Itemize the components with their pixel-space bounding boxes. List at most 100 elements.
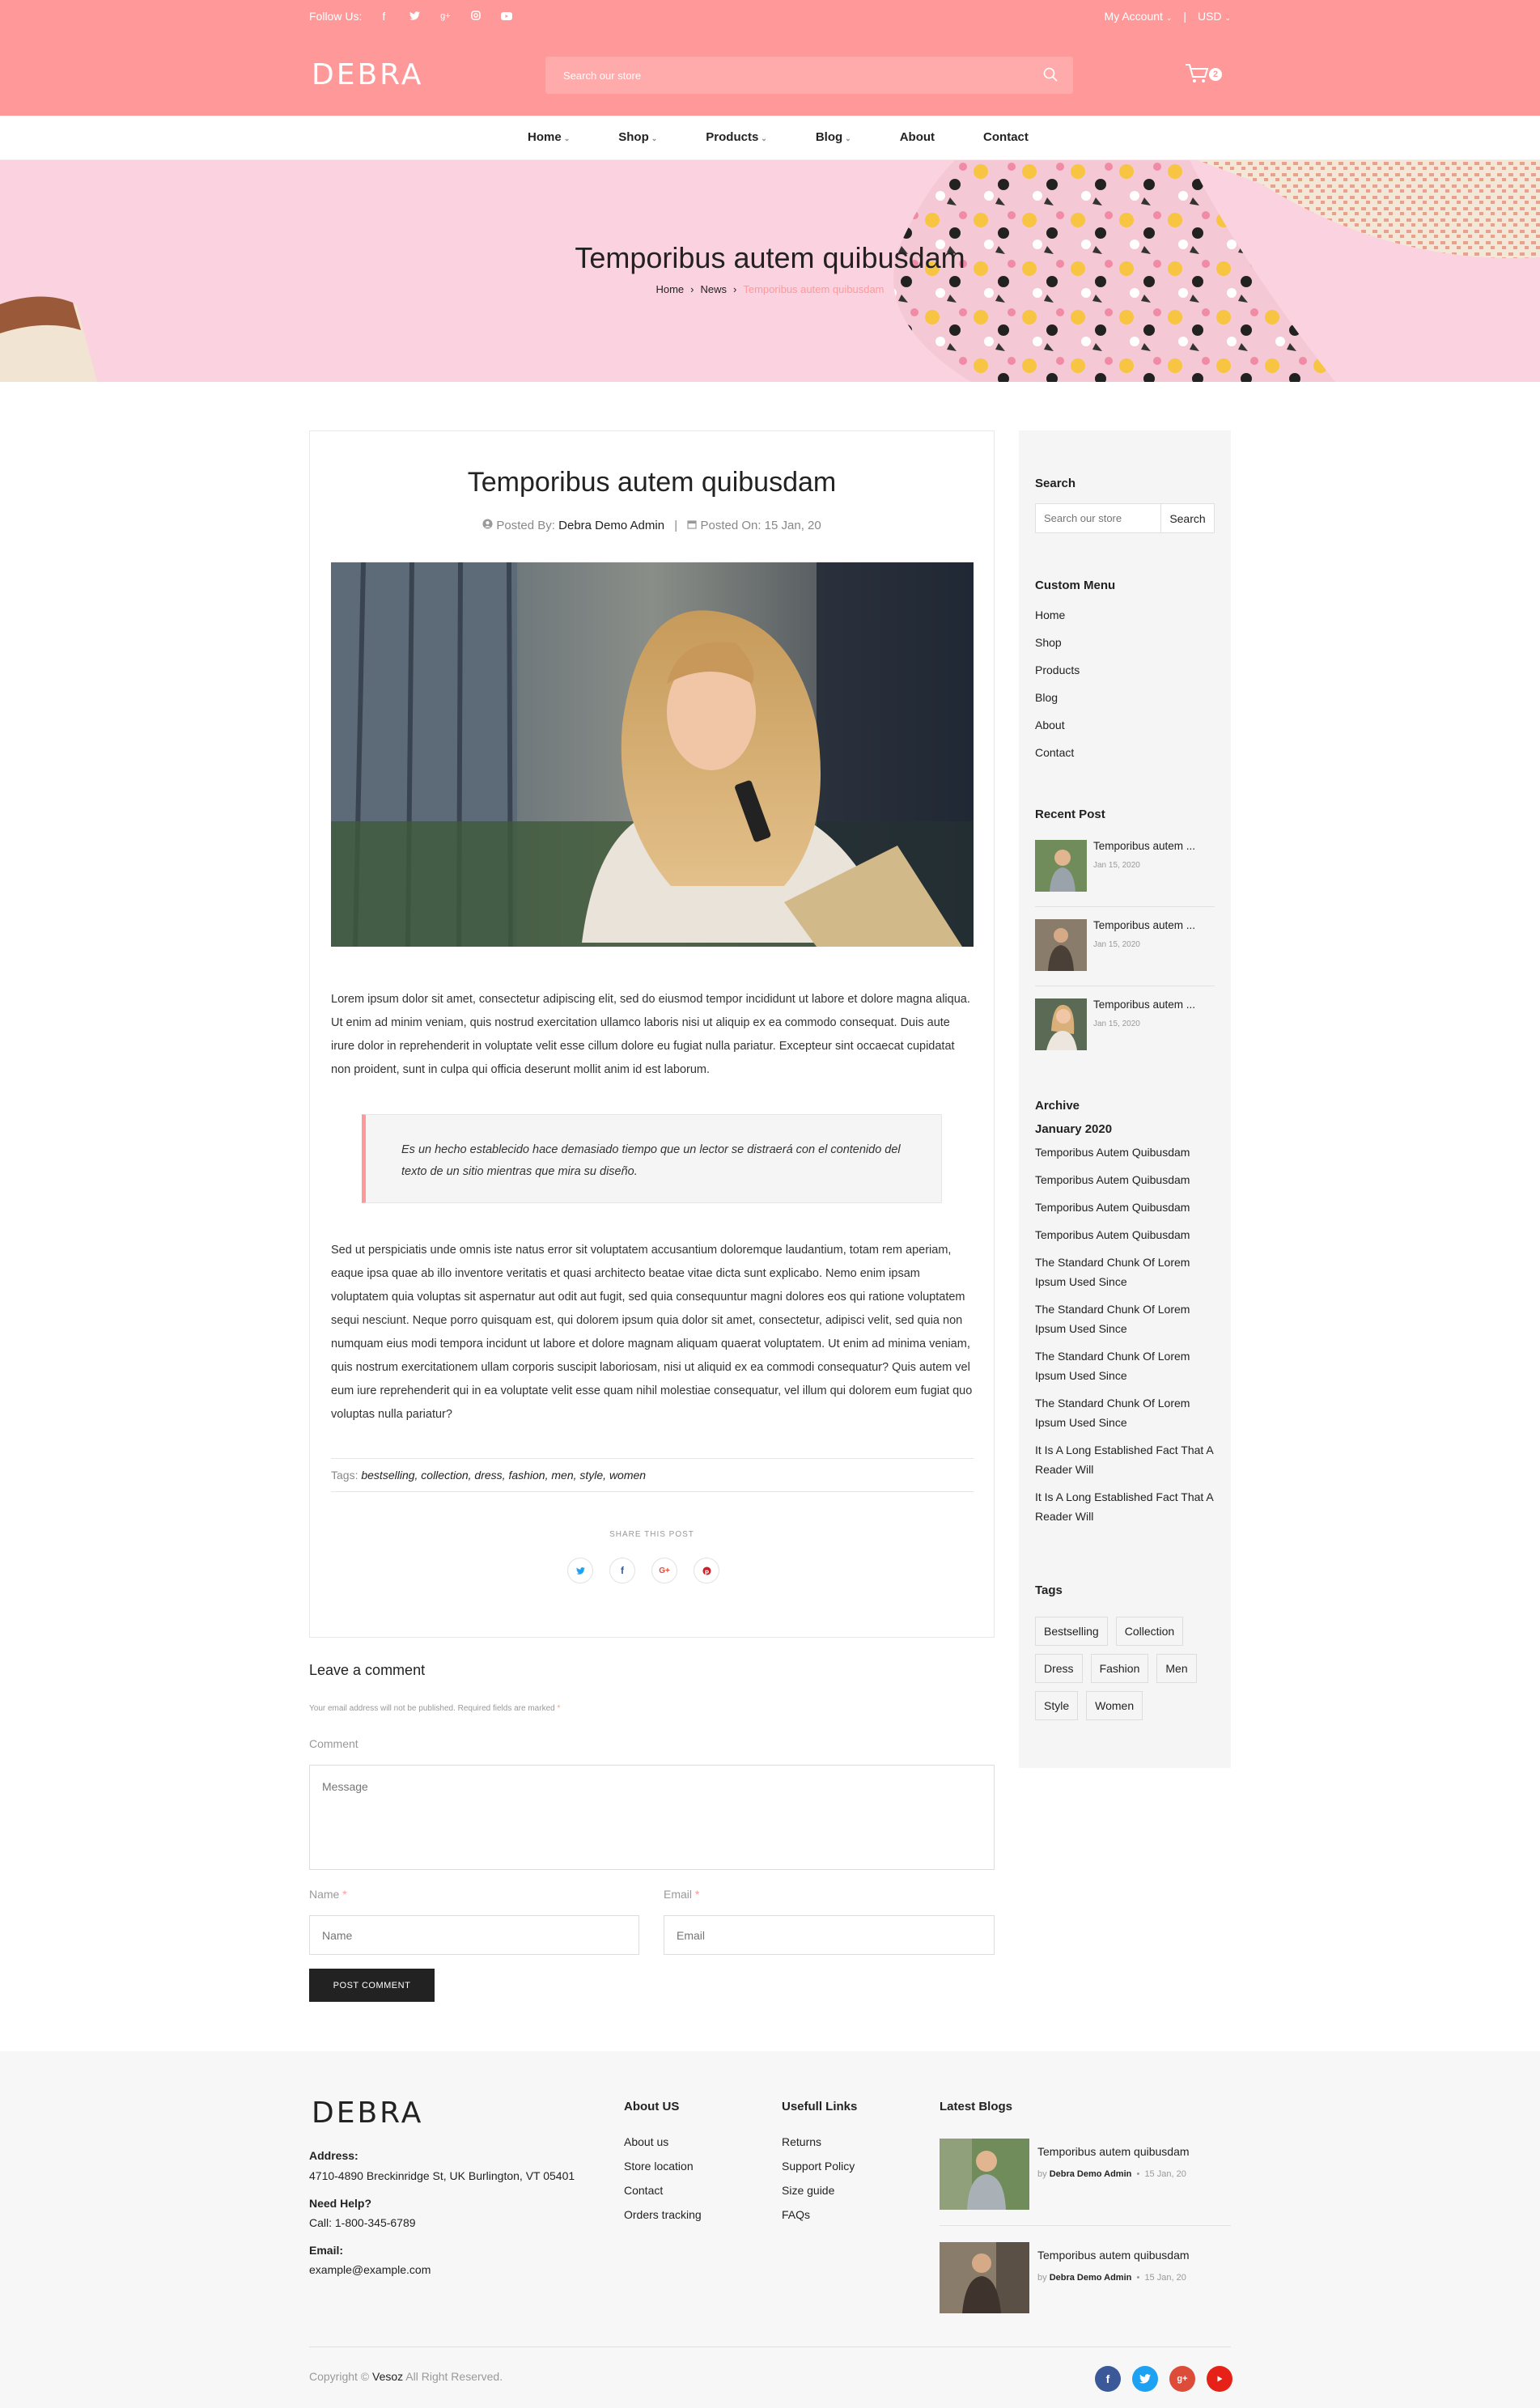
author-link[interactable]: Debra Demo Admin: [558, 519, 664, 532]
breadcrumb-news[interactable]: News: [701, 283, 728, 295]
twitter-icon[interactable]: [1132, 2366, 1158, 2392]
archive-item[interactable]: The Standard Chunk Of Lorem Ipsum Used S…: [1035, 1299, 1220, 1338]
divider: |: [674, 519, 678, 532]
recent-post-thumbnail: [1035, 840, 1087, 892]
email-field[interactable]: [664, 1915, 995, 1955]
google-plus-icon[interactable]: g+: [1169, 2366, 1195, 2392]
posted-on: Posted On: 15 Jan, 20: [700, 519, 821, 532]
help-label: Need Help?: [309, 2197, 372, 2210]
footer-link[interactable]: About us: [624, 2135, 702, 2160]
nav-item-blog[interactable]: Blog ⌄: [816, 130, 851, 144]
recent-post-date: Jan 15, 2020: [1093, 940, 1140, 949]
divider: |: [1183, 10, 1186, 23]
nav-item-contact[interactable]: Contact: [983, 130, 1029, 144]
footer-logo[interactable]: DEBRA: [312, 2096, 423, 2130]
archive-item[interactable]: The Standard Chunk Of Lorem Ipsum Used S…: [1035, 1393, 1220, 1432]
divider: [940, 2225, 1231, 2226]
note-text: Your email address will not be published…: [309, 1704, 555, 1713]
my-account-dropdown[interactable]: My Account ⌄: [1105, 10, 1173, 23]
tags-title: Tags: [1035, 1583, 1063, 1597]
footer-link[interactable]: FAQs: [782, 2208, 855, 2232]
latest-blog-author[interactable]: Debra Demo Admin: [1050, 2169, 1132, 2179]
facebook-icon[interactable]: f: [609, 1558, 635, 1583]
custom-menu-item[interactable]: Shop: [1035, 636, 1080, 663]
latest-blog-author[interactable]: Debra Demo Admin: [1050, 2273, 1132, 2283]
tags-list[interactable]: bestselling, collection, dress, fashion,…: [361, 1469, 646, 1482]
about-us-links: About us Store location Contact Orders t…: [624, 2135, 702, 2232]
footer-link[interactable]: Support Policy: [782, 2160, 855, 2184]
article-paragraph: Sed ut perspiciatis unde omnis iste natu…: [331, 1244, 973, 1421]
tag-cloud: Bestselling Collection Dress Fashion Men…: [1035, 1617, 1221, 1720]
recent-post-item[interactable]: Temporibus autem ... Jan 15, 2020: [1035, 840, 1215, 901]
logo[interactable]: DEBRA: [312, 58, 423, 91]
cart-button[interactable]: 2: [1185, 63, 1222, 87]
email-text[interactable]: example@example.com: [309, 2263, 431, 2276]
sidebar: Search Search Custom Menu Home Shop Prod…: [1019, 430, 1231, 1768]
comment-textarea[interactable]: [309, 1765, 995, 1870]
footer-link[interactable]: Size guide: [782, 2184, 855, 2208]
recent-post-item[interactable]: Temporibus autem ... Jan 15, 2020: [1035, 919, 1215, 981]
recent-post-item[interactable]: Temporibus autem ... Jan 15, 2020: [1035, 998, 1215, 1060]
facebook-icon[interactable]: f: [378, 10, 389, 23]
custom-menu-item[interactable]: About: [1035, 719, 1080, 746]
tag-chip[interactable]: Women: [1086, 1691, 1143, 1720]
latest-blog-title: Temporibus autem quibusdam: [1037, 2145, 1190, 2158]
archive-item[interactable]: Temporibus Autem Quibusdam: [1035, 1225, 1220, 1244]
chevron-down-icon: ⌄: [651, 134, 658, 142]
currency-dropdown[interactable]: USD ⌄: [1198, 10, 1231, 23]
name-label-text: Name: [309, 1888, 340, 1901]
custom-menu: Home Shop Products Blog About Contact: [1035, 608, 1080, 774]
archive-item[interactable]: Temporibus Autem Quibusdam: [1035, 1170, 1220, 1189]
youtube-icon[interactable]: [501, 10, 513, 23]
tag-chip[interactable]: Dress: [1035, 1654, 1083, 1683]
archive-item[interactable]: It Is A Long Established Fact That A Rea…: [1035, 1440, 1220, 1479]
nav-item-products[interactable]: Products ⌄: [706, 130, 767, 144]
nav-item-about[interactable]: About: [900, 130, 935, 144]
sidebar-search-button[interactable]: Search: [1160, 504, 1214, 532]
facebook-icon[interactable]: f: [1095, 2366, 1121, 2392]
required-marker: *: [342, 1888, 347, 1901]
search-input[interactable]: [545, 57, 1073, 94]
latest-blog-item[interactable]: Temporibus autem quibusdam by Debra Demo…: [940, 2242, 1231, 2339]
instagram-icon[interactable]: [470, 10, 482, 23]
nav-item-shop[interactable]: Shop ⌄: [618, 130, 657, 144]
archive-item[interactable]: The Standard Chunk Of Lorem Ipsum Used S…: [1035, 1253, 1220, 1291]
post-comment-button[interactable]: POST COMMENT: [309, 1969, 435, 2002]
chevron-right-icon: ›: [690, 283, 694, 295]
sidebar-search-input[interactable]: [1036, 504, 1160, 532]
tag-chip[interactable]: Bestselling: [1035, 1617, 1108, 1646]
brand-link[interactable]: Vesoz: [372, 2370, 403, 2383]
name-field[interactable]: [309, 1915, 639, 1955]
search-icon[interactable]: [1042, 66, 1058, 83]
youtube-icon[interactable]: [1207, 2366, 1232, 2392]
pinterest-icon[interactable]: p: [694, 1558, 719, 1583]
header-search: [545, 57, 1073, 94]
archive-item[interactable]: Temporibus Autem Quibusdam: [1035, 1143, 1220, 1162]
google-plus-icon[interactable]: g+: [439, 11, 451, 21]
tag-chip[interactable]: Style: [1035, 1691, 1079, 1720]
custom-menu-item[interactable]: Home: [1035, 608, 1080, 636]
custom-menu-item[interactable]: Contact: [1035, 746, 1080, 774]
google-plus-icon[interactable]: G+: [651, 1558, 677, 1583]
footer-link[interactable]: Returns: [782, 2135, 855, 2160]
nav-item-home[interactable]: Home ⌄: [528, 130, 570, 144]
comment-label: Comment: [309, 1737, 358, 1750]
footer-link[interactable]: Orders tracking: [624, 2208, 702, 2232]
custom-menu-item[interactable]: Blog: [1035, 691, 1080, 719]
nav-label: Shop: [618, 130, 649, 144]
twitter-icon[interactable]: [567, 1558, 593, 1583]
latest-blogs-title: Latest Blogs: [940, 2100, 1013, 2113]
tag-chip[interactable]: Fashion: [1090, 1654, 1149, 1683]
nav-label: About: [899, 130, 935, 144]
footer-link[interactable]: Contact: [624, 2184, 702, 2208]
archive-item[interactable]: It Is A Long Established Fact That A Rea…: [1035, 1487, 1220, 1526]
tag-chip[interactable]: Men: [1156, 1654, 1197, 1683]
latest-blog-item[interactable]: Temporibus autem quibusdam by Debra Demo…: [940, 2139, 1231, 2236]
footer-link[interactable]: Store location: [624, 2160, 702, 2184]
twitter-icon[interactable]: [409, 10, 420, 23]
archive-item[interactable]: The Standard Chunk Of Lorem Ipsum Used S…: [1035, 1346, 1220, 1385]
archive-item[interactable]: Temporibus Autem Quibusdam: [1035, 1198, 1220, 1217]
custom-menu-item[interactable]: Products: [1035, 663, 1080, 691]
breadcrumb-home[interactable]: Home: [655, 283, 684, 295]
tag-chip[interactable]: Collection: [1115, 1617, 1184, 1646]
